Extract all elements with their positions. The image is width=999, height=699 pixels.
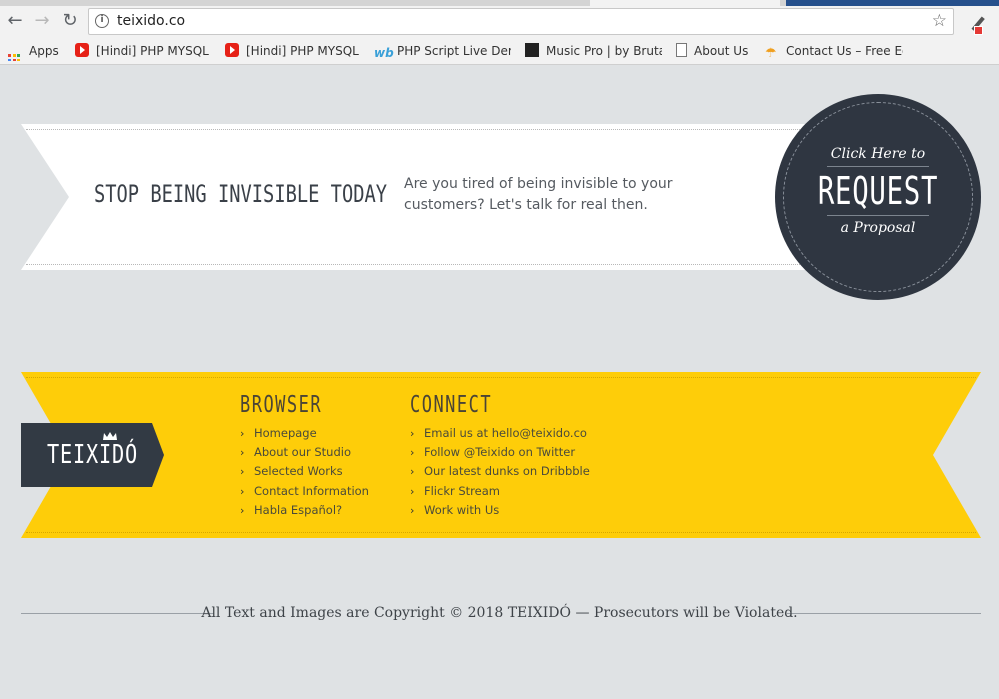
chevron-right-icon: › (410, 465, 415, 479)
bookmark-star-icon[interactable]: ☆ (932, 11, 947, 31)
promo-headline: STOP BEING INVISIBLE TODAY (94, 180, 388, 208)
chevron-right-icon: › (240, 484, 245, 498)
chevron-right-icon: › (410, 446, 415, 460)
divider (827, 166, 929, 167)
music-icon (525, 43, 539, 57)
apps-grid-icon (8, 54, 22, 61)
bookmark-label: About Us (694, 44, 749, 58)
info-icon[interactable]: i (95, 14, 109, 28)
wb-icon: wb (374, 46, 394, 60)
chevron-right-icon: › (240, 427, 245, 440)
copyright-text: All Text and Images are Copyright © 2018… (201, 605, 798, 621)
link-about-studio[interactable]: › About our Studio (240, 443, 369, 462)
cta-bottom-text: a Proposal (840, 220, 916, 236)
youtube-icon (225, 43, 239, 57)
chevron-right-icon: › (240, 465, 245, 479)
page-body: STOP BEING INVISIBLE TODAY Are you tired… (0, 66, 999, 699)
link-selected-works[interactable]: › Selected Works (240, 462, 369, 481)
link-email[interactable]: › Email us at hello@teixido.co (410, 424, 590, 443)
link-work-with-us[interactable]: › Work with Us (410, 501, 590, 520)
bookmark-contact-us[interactable]: ☂ Contact Us – Free Ed (765, 43, 903, 61)
bookmark-label: Contact Us – Free Ed (786, 44, 903, 58)
bookmark-about-us[interactable]: About Us (676, 43, 756, 61)
back-icon[interactable]: ← (4, 10, 26, 32)
link-contact-info[interactable]: › Contact Information (240, 482, 369, 501)
bookmark-php-mysql-1[interactable]: [Hindi] PHP MYSQL (75, 43, 212, 61)
promo-text: Are you tired of being invisible to your… (404, 176, 673, 213)
chevron-right-icon: › (410, 503, 415, 517)
browser-toolbar: ← → ↻ i teixido.co ☆ (0, 6, 999, 38)
bookmarks-bar: Apps [Hindi] PHP MYSQL [Hindi] PHP MYSQL… (0, 38, 999, 65)
browser-links: › Homepage › About our Studio › Selected Wo… (240, 424, 369, 520)
document-icon (676, 43, 687, 57)
url-text[interactable]: teixido.co (117, 13, 185, 29)
divider (827, 215, 929, 216)
bookmark-music-pro[interactable]: Music Pro | by Brutal (525, 43, 662, 61)
browser-heading: BROWSER (240, 392, 323, 418)
forward-icon[interactable]: → (31, 10, 53, 32)
chevron-right-icon: › (410, 484, 415, 498)
bookmark-label: Apps (29, 44, 59, 58)
address-bar[interactable]: i teixido.co ☆ (88, 8, 954, 35)
bookmark-php-mysql-2[interactable]: [Hindi] PHP MYSQL (225, 43, 363, 61)
link-flickr[interactable]: › Flickr Stream (410, 482, 590, 501)
logo[interactable]: TEIXIDÓ (47, 440, 138, 470)
umbrella-icon: ☂ (765, 46, 777, 61)
bookmark-label: PHP Script Live Dem (397, 44, 511, 58)
bookmark-php-script[interactable]: wb PHP Script Live Dem (374, 43, 511, 61)
chevron-right-icon: › (240, 503, 245, 517)
link-habla-espanol[interactable]: › Habla Español? (240, 501, 369, 520)
connect-heading: CONNECT (410, 392, 493, 418)
link-dribbble[interactable]: › Our latest dunks on Dribbble (410, 462, 590, 481)
color-picker-extension-icon[interactable] (963, 14, 985, 35)
cta-main-text: REQUEST (817, 169, 939, 213)
bookmark-label: [Hindi] PHP MYSQL (246, 44, 359, 58)
bookmark-apps[interactable]: Apps (8, 43, 68, 61)
chevron-right-icon: › (240, 446, 245, 460)
youtube-icon (75, 43, 89, 57)
bookmark-label: Music Pro | by Brutal (546, 44, 662, 58)
request-proposal-button[interactable]: Click Here to REQUEST a Proposal (775, 94, 981, 300)
link-homepage[interactable]: › Homepage (240, 424, 369, 443)
cta-top-text: Click Here to (830, 146, 926, 162)
bookmark-label: [Hindi] PHP MYSQL (96, 44, 209, 58)
reload-icon[interactable]: ↻ (59, 10, 81, 32)
crown-icon (103, 432, 117, 440)
link-twitter[interactable]: › Follow @Teixido on Twitter (410, 443, 590, 462)
chevron-right-icon: › (410, 427, 415, 440)
connect-links: › Email us at hello@teixido.co › Follow @T… (410, 424, 590, 520)
